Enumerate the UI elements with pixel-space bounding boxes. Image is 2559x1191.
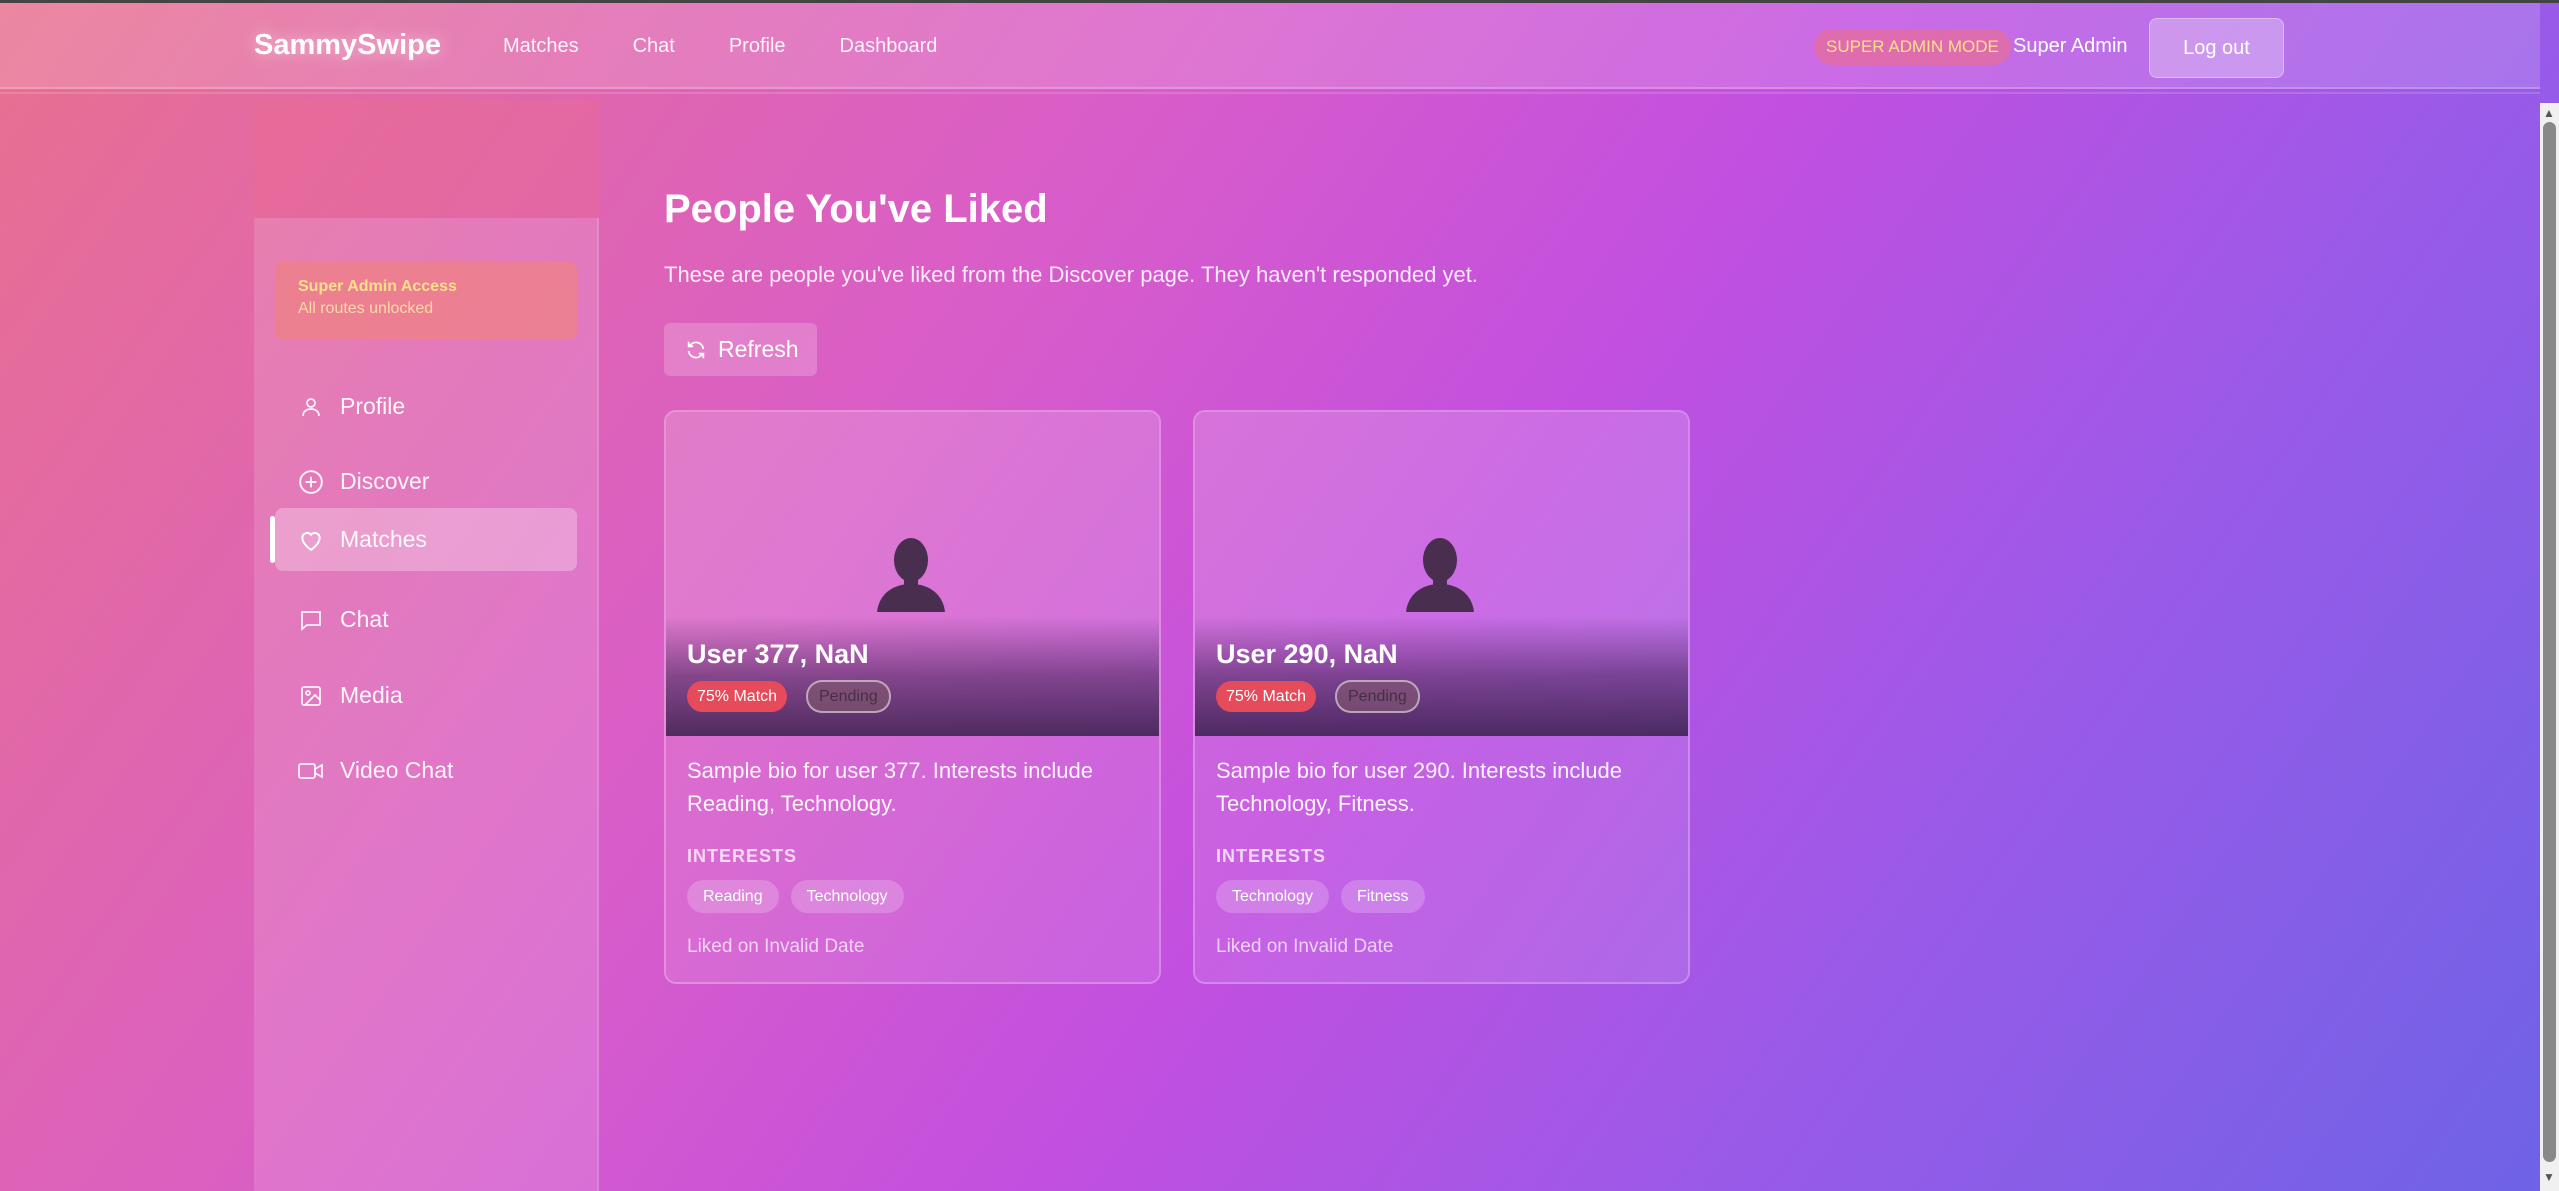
video-icon <box>298 758 324 784</box>
scrollbar-thumb[interactable] <box>2543 122 2556 1162</box>
interest-tags: Reading Technology <box>687 880 904 913</box>
liked-date: Liked on Invalid Date <box>1216 936 1394 957</box>
card-user-name: User 377, NaN <box>687 639 869 669</box>
sidebar-item-label: Chat <box>340 606 389 632</box>
pending-status-badge: Pending <box>1335 680 1420 713</box>
card-bio: Sample bio for user 377. Interests inclu… <box>687 758 1094 816</box>
brand-logo[interactable]: SammySwipe <box>254 29 441 62</box>
sidebar-item-label: Matches <box>340 526 427 552</box>
interest-tag: Fitness <box>1340 880 1425 913</box>
nav-link-dashboard[interactable]: Dashboard <box>840 35 938 58</box>
heart-icon <box>298 527 324 553</box>
sidebar-item-video-chat[interactable]: Video Chat <box>275 739 577 802</box>
logout-button[interactable]: Log out <box>2149 18 2284 78</box>
interest-tag: Technology <box>790 880 904 913</box>
match-percent-badge: 75% Match <box>687 681 788 712</box>
interests-label: INTERESTS <box>687 846 798 866</box>
refresh-icon <box>685 339 707 361</box>
card-user-name: User 290, NaN <box>1216 639 1398 669</box>
access-subtitle: All routes unlocked <box>298 300 434 317</box>
scroll-down-arrow-icon[interactable]: ▼ <box>2543 1170 2555 1184</box>
interests-label: INTERESTS <box>1216 846 1327 866</box>
refresh-label: Refresh <box>718 336 799 362</box>
liked-date: Liked on Invalid Date <box>687 936 865 957</box>
sidebar-item-profile[interactable]: Profile <box>275 375 577 438</box>
message-icon <box>298 607 324 633</box>
sidebar-item-label: Discover <box>340 468 430 494</box>
scroll-up-arrow-icon[interactable]: ▲ <box>2543 106 2555 120</box>
image-icon <box>298 683 324 709</box>
sidebar: Super Admin Access All routes unlocked P… <box>254 218 599 1191</box>
photo-overlay-gradient <box>1195 616 1688 736</box>
top-navbar: SammySwipe Matches Chat Profile Dashboar… <box>0 3 2540 89</box>
plus-circle-icon <box>298 469 324 495</box>
page-title: People You've Liked <box>664 187 1048 231</box>
sidebar-item-label: Video Chat <box>340 757 454 783</box>
nav-links: Matches Chat Profile Dashboard <box>503 35 991 58</box>
interest-tag: Technology <box>1216 880 1329 913</box>
super-admin-access-box: Super Admin Access All routes unlocked <box>275 262 577 340</box>
sidebar-item-label: Media <box>340 682 403 708</box>
liked-user-card[interactable]: User 290, NaN 75% Match Pending Sample b… <box>1193 410 1690 984</box>
page-subtitle: These are people you've liked from the D… <box>664 262 1478 287</box>
refresh-button[interactable]: Refresh <box>664 323 817 376</box>
current-user-name: Super Admin <box>2013 35 2128 57</box>
interest-tags: Technology Fitness <box>1216 880 1425 913</box>
sidebar-item-media[interactable]: Media <box>275 664 577 727</box>
liked-user-card[interactable]: User 377, NaN 75% Match Pending Sample b… <box>664 410 1161 984</box>
super-admin-mode-badge: SUPER ADMIN MODE <box>1814 29 2011 65</box>
match-percent-badge: 75% Match <box>1216 681 1317 712</box>
user-icon <box>298 394 324 420</box>
avatar-placeholder-icon <box>1400 532 1480 617</box>
pending-status-badge: Pending <box>806 680 891 713</box>
sidebar-item-discover[interactable]: Discover <box>275 450 577 513</box>
access-title: Super Admin Access <box>298 278 457 295</box>
card-bio: Sample bio for user 290. Interests inclu… <box>1216 758 1623 816</box>
avatar-placeholder-icon <box>871 532 951 617</box>
sidebar-item-chat[interactable]: Chat <box>275 588 577 651</box>
nav-link-chat[interactable]: Chat <box>633 35 675 58</box>
interest-tag: Reading <box>687 880 779 913</box>
navbar-divider <box>0 92 2540 100</box>
nav-link-profile[interactable]: Profile <box>729 35 786 58</box>
sidebar-item-matches[interactable]: Matches <box>275 508 577 571</box>
photo-overlay-gradient <box>666 616 1159 736</box>
sidebar-header-area <box>254 100 599 218</box>
sidebar-item-label: Profile <box>340 393 406 419</box>
nav-link-matches[interactable]: Matches <box>503 35 579 58</box>
